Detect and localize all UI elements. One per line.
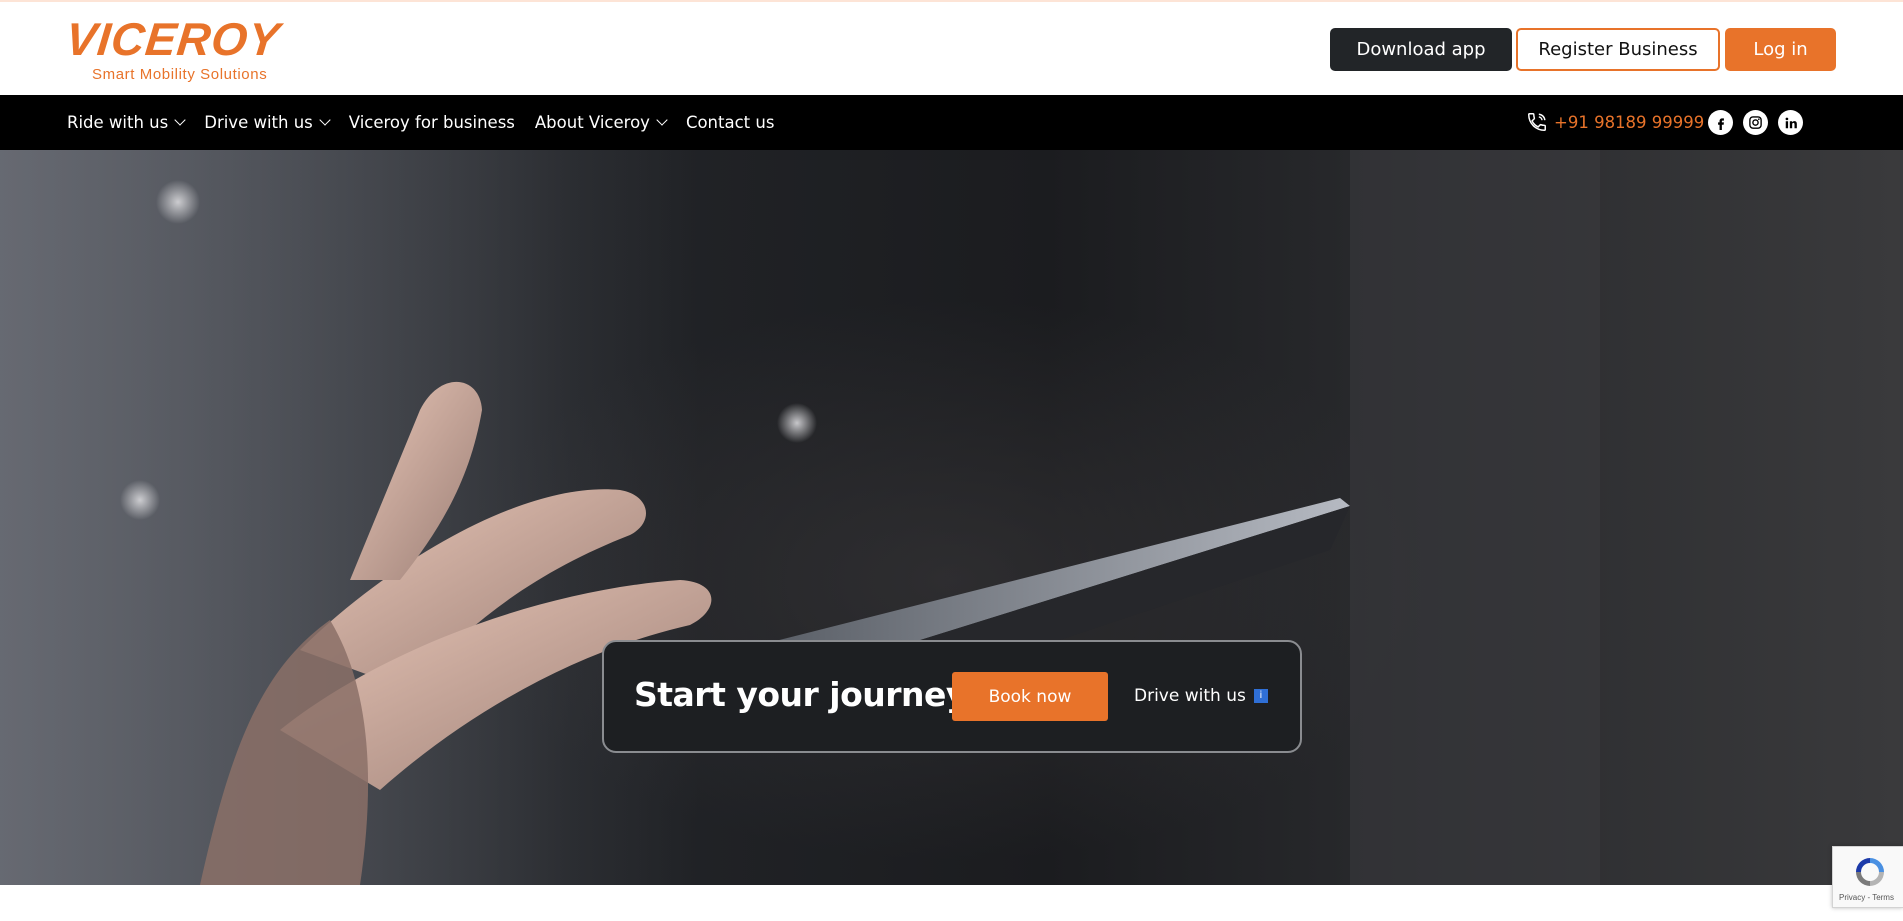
recaptcha-badge[interactable]: Privacy - Terms [1832,846,1903,908]
chevron-down-icon [174,114,186,126]
linkedin-link[interactable] [1778,110,1803,135]
book-now-button[interactable]: Book now [952,672,1108,721]
register-business-button[interactable]: Register Business [1516,28,1720,71]
viceroy-logo[interactable]: VICEROY Smart Mobility Solutions [63,13,306,86]
drive-with-us-link[interactable]: Drive with us i [1134,686,1268,706]
instagram-icon [1749,116,1762,129]
nav-item-label: Ride with us [67,113,169,132]
main-nav: Ride with us Drive with us Viceroy for b… [0,95,1903,150]
drive-with-us-label: Drive with us [1134,686,1246,706]
nav-item-contact-us[interactable]: Contact us [686,113,775,132]
nav-item-label: Drive with us [204,113,313,132]
logo-wordmark: VICEROY [63,13,283,65]
nav-item-label: Contact us [685,113,775,132]
info-icon: i [1253,689,1268,703]
hero-background-image [0,150,1600,885]
phone-icon [1528,113,1546,131]
hero-video: Start your journey Book now Drive with u… [0,150,1903,885]
start-journey-panel: Start your journey Book now Drive with u… [602,640,1302,753]
chevron-down-icon [319,114,331,126]
download-app-button[interactable]: Download app [1330,28,1512,71]
linkedin-icon [1785,117,1797,128]
instagram-link[interactable] [1743,110,1768,135]
nav-item-about-viceroy[interactable]: About Viceroy [534,113,668,132]
recaptcha-icon [1856,858,1884,886]
cta-title: Start your journey [634,675,967,714]
chevron-down-icon [656,114,668,126]
nav-item-label: About Viceroy [534,113,650,132]
site-header: VICEROY Smart Mobility Solutions Downloa… [0,2,1903,95]
recaptcha-terms: Privacy - Terms [1839,893,1894,902]
social-links [1708,110,1803,135]
logo-tagline: Smart Mobility Solutions [92,66,268,83]
nav-item-viceroy-for-business[interactable]: Viceroy for business [349,113,515,132]
login-button[interactable]: Log in [1725,28,1836,71]
facebook-link[interactable] [1708,110,1733,135]
nav-item-ride-with-us[interactable]: Ride with us [67,113,186,132]
phone-number: +91 98189 99999 [1554,112,1705,132]
nav-menu: Ride with us Drive with us Viceroy for b… [67,95,774,150]
phone-contact[interactable]: +91 98189 99999 [1526,111,1704,133]
nav-item-drive-with-us[interactable]: Drive with us [204,113,331,132]
facebook-icon [1717,117,1724,130]
nav-item-label: Viceroy for business [348,113,515,132]
